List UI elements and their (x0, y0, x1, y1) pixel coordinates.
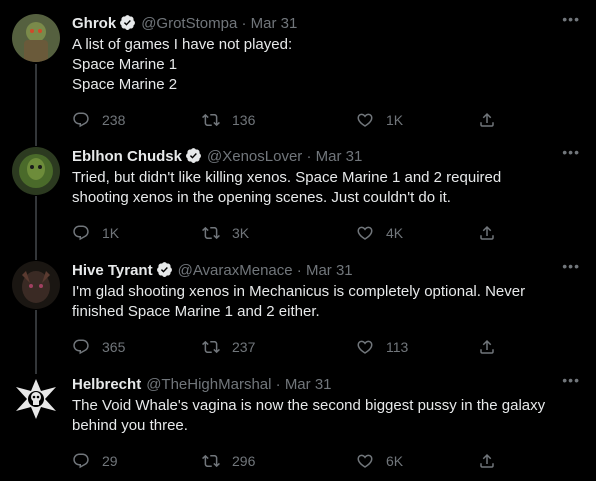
display-name[interactable]: Hive Tyrant (72, 262, 153, 279)
separator: · (296, 262, 302, 279)
action-bar: 29 296 6K (72, 451, 502, 471)
share-icon (480, 112, 494, 127)
like-count: 1K (386, 112, 404, 128)
avatar[interactable] (12, 375, 60, 423)
share-icon (480, 453, 494, 468)
action-bar: 238 136 1K (72, 110, 502, 130)
handle[interactable]: @AvaraxMenace (178, 262, 293, 279)
like-icon (357, 226, 373, 240)
avatar[interactable] (12, 14, 60, 62)
reply-icon (73, 339, 89, 355)
like-button[interactable]: 4K (356, 223, 403, 243)
timestamp[interactable]: Mar 31 (316, 148, 363, 165)
retweet-count: 237 (232, 339, 256, 355)
more-options-icon[interactable]: ••• (562, 372, 580, 388)
more-options-icon[interactable]: ••• (562, 144, 580, 160)
tweet[interactable]: Eblhon Chudsk @XenosLover · Mar 31 ••• Tr… (0, 144, 596, 247)
share-button[interactable] (478, 110, 496, 130)
like-button[interactable]: 113 (356, 337, 408, 357)
retweet-count: 3K (232, 225, 250, 241)
retweet-count: 296 (232, 453, 256, 469)
tweet-line: behind you three. (72, 417, 188, 434)
like-icon (357, 454, 373, 468)
display-name[interactable]: Helbrecht (72, 376, 141, 393)
tweet-line: Space Marine 1 (72, 56, 178, 73)
tweet-line: A list of games I have not played: (72, 36, 293, 53)
tweet-line: I'm glad shooting xenos in Mechanicus is… (72, 283, 526, 300)
share-icon (480, 339, 494, 354)
timestamp[interactable]: Mar 31 (251, 15, 298, 32)
reply-count: 29 (102, 453, 118, 469)
more-options-icon[interactable]: ••• (562, 258, 580, 274)
retweet-icon (202, 226, 220, 240)
handle[interactable]: @XenosLover (207, 148, 302, 165)
action-bar: 1K 3K 4K (72, 223, 502, 243)
reply-button[interactable]: 365 (72, 337, 125, 357)
action-bar: 365 237 113 (72, 337, 502, 357)
separator: · (275, 376, 281, 393)
reply-count: 1K (102, 225, 120, 241)
share-icon (480, 225, 494, 240)
retweet-icon (202, 340, 220, 354)
reply-count: 238 (102, 112, 126, 128)
reply-icon (73, 112, 89, 128)
verified-badge-icon (186, 148, 201, 163)
like-count: 4K (386, 225, 404, 241)
tweet[interactable]: Hive Tyrant @AvaraxMenace · Mar 31 ••• I'… (0, 258, 596, 361)
tweet-text: The Void Whale's vagina is now the secon… (72, 396, 572, 436)
like-button[interactable]: 6K (356, 451, 403, 471)
verified-badge-icon (156, 262, 172, 277)
display-name[interactable]: Ghrok (72, 15, 116, 32)
retweet-count: 136 (232, 112, 256, 128)
retweet-button[interactable]: 237 (202, 337, 255, 357)
tweet-line: shooting xenos in the opening scenes. Ju… (72, 189, 451, 206)
reply-button[interactable]: 238 (72, 110, 125, 130)
share-button[interactable] (478, 451, 496, 471)
retweet-button[interactable]: 3K (202, 223, 249, 243)
separator: · (306, 148, 312, 165)
reply-button[interactable]: 1K (72, 223, 119, 243)
like-icon (357, 340, 373, 354)
tweet[interactable]: Ghrok @GrotStompa · Mar 31 ••• A list of … (0, 11, 596, 130)
retweet-button[interactable]: 136 (202, 110, 255, 130)
timestamp[interactable]: Mar 31 (285, 376, 332, 393)
retweet-icon (202, 454, 220, 468)
tweet-line: Tried, but didn't like killing xenos. Sp… (72, 169, 502, 186)
tweet-text: I'm glad shooting xenos in Mechanicus is… (72, 282, 572, 322)
tweet-line: The Void Whale's vagina is now the secon… (72, 397, 546, 414)
like-icon (357, 113, 373, 127)
timestamp[interactable]: Mar 31 (306, 262, 353, 279)
avatar[interactable] (12, 147, 60, 195)
like-button[interactable]: 1K (356, 110, 403, 130)
tweet-line: Space Marine 2 (72, 76, 178, 93)
tweet-text: Tried, but didn't like killing xenos. Sp… (72, 168, 572, 208)
like-count: 6K (386, 453, 404, 469)
reply-button[interactable]: 29 (72, 451, 118, 471)
tweet[interactable]: Helbrecht @TheHighMarshal · Mar 31 ••• Th… (0, 372, 596, 475)
tweet-line: finished Space Marine 1 and 2 either. (72, 303, 320, 320)
share-button[interactable] (478, 337, 496, 357)
reply-count: 365 (102, 339, 126, 355)
retweet-button[interactable]: 296 (202, 451, 255, 471)
handle[interactable]: @TheHighMarshal (146, 376, 271, 393)
reply-icon (73, 453, 89, 469)
share-button[interactable] (478, 223, 496, 243)
reply-icon (73, 225, 89, 241)
more-options-icon[interactable]: ••• (562, 11, 580, 27)
avatar[interactable] (12, 261, 60, 309)
tweet-text: A list of games I have not played: Space… (72, 35, 572, 95)
verified-badge-icon (120, 15, 136, 30)
handle[interactable]: @GrotStompa (141, 15, 237, 32)
display-name[interactable]: Eblhon Chudsk (72, 148, 182, 165)
separator: · (241, 15, 247, 32)
like-count: 113 (386, 339, 409, 355)
retweet-icon (202, 113, 220, 127)
